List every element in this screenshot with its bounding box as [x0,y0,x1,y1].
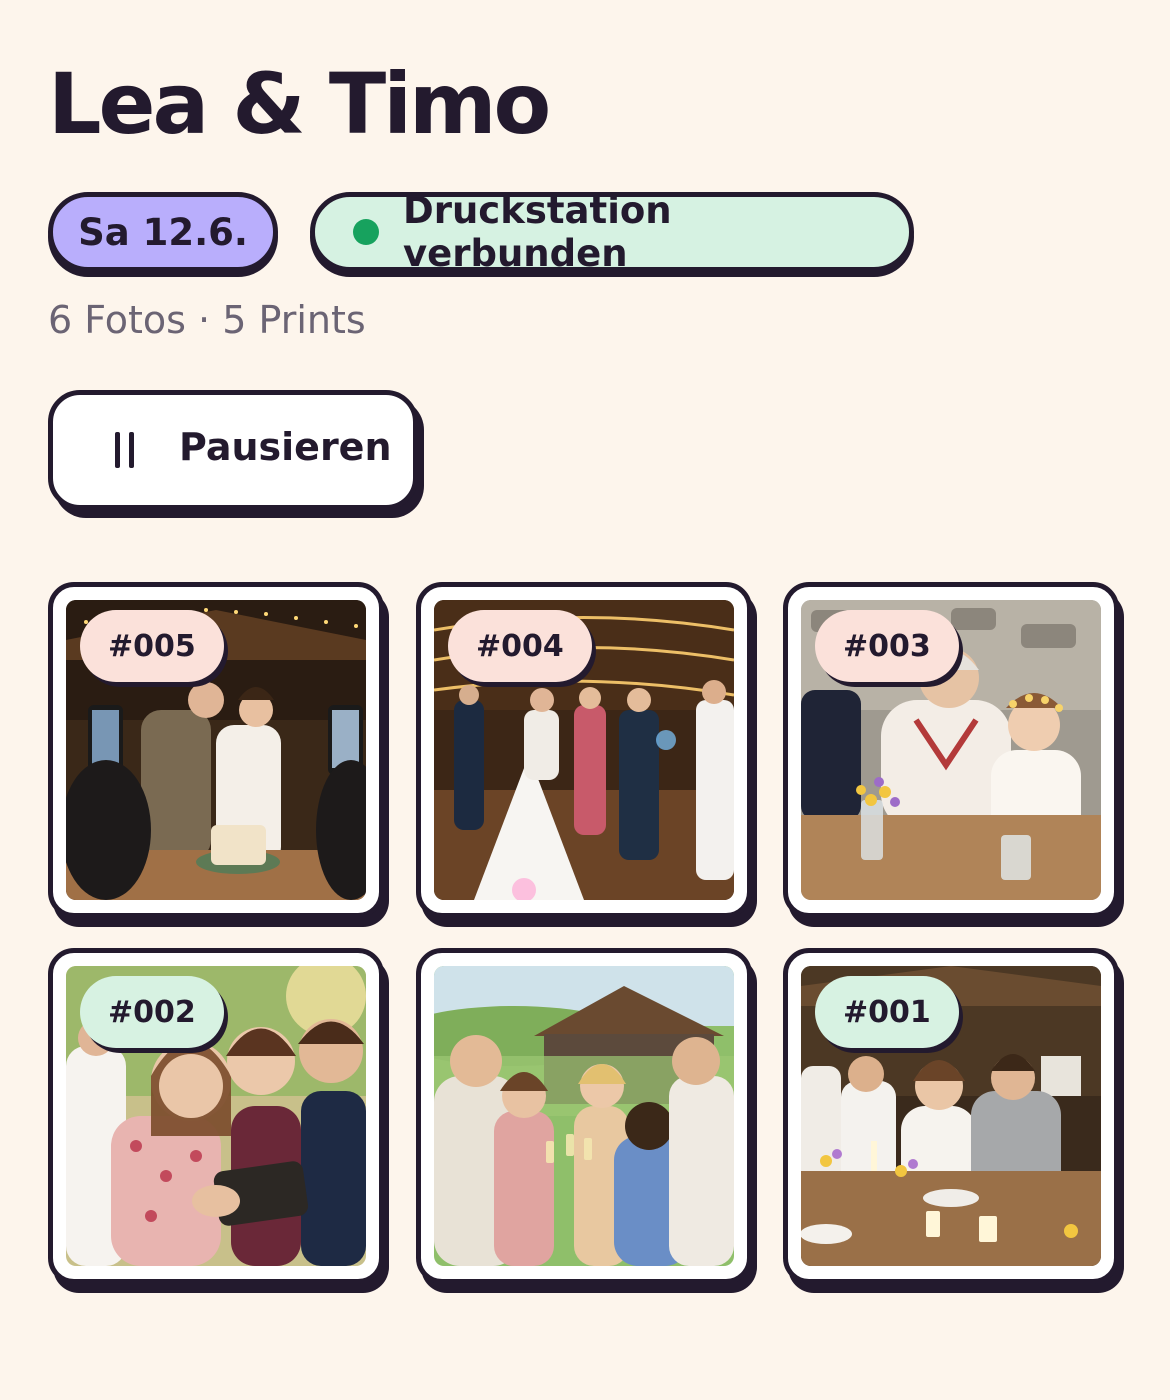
photo-card-outdoor-toast[interactable] [416,948,752,1284]
photo-number-badge: #002 [80,976,224,1048]
photo-card-002[interactable]: #002 [48,948,384,1284]
printer-status-chip: Druckstation verbunden [310,189,914,275]
photo-number-badge: #003 [815,610,959,682]
photo-number-badge: #004 [448,610,592,682]
gallery-screen: Lea & Timo Sa 12.6. Druckstation verbund… [0,0,1170,1400]
printer-status-label: Druckstation verbunden [403,189,672,275]
photo-number-badge: #001 [815,976,959,1048]
photo-print-count: 6 Fotos · 5 Prints [48,298,366,342]
photo-card-001[interactable]: #001 [783,948,1119,1284]
status-dot-icon [353,219,379,245]
event-title: Lea & Timo [48,55,551,153]
photo-outdoor-toast [434,966,734,1266]
pause-button-label: Pausieren [179,425,392,469]
photo-card-004[interactable]: #004 [416,582,752,918]
photo-card-005[interactable]: #005 [48,582,384,918]
photo-number-badge: #005 [80,610,224,682]
date-chip: Sa 12.6. [48,192,278,272]
pause-button[interactable]: Pausieren [48,390,418,510]
event-chips: Sa 12.6. Druckstation verbunden [48,189,914,275]
photo-card-003[interactable]: #003 [783,582,1119,918]
pause-icon [115,432,139,468]
